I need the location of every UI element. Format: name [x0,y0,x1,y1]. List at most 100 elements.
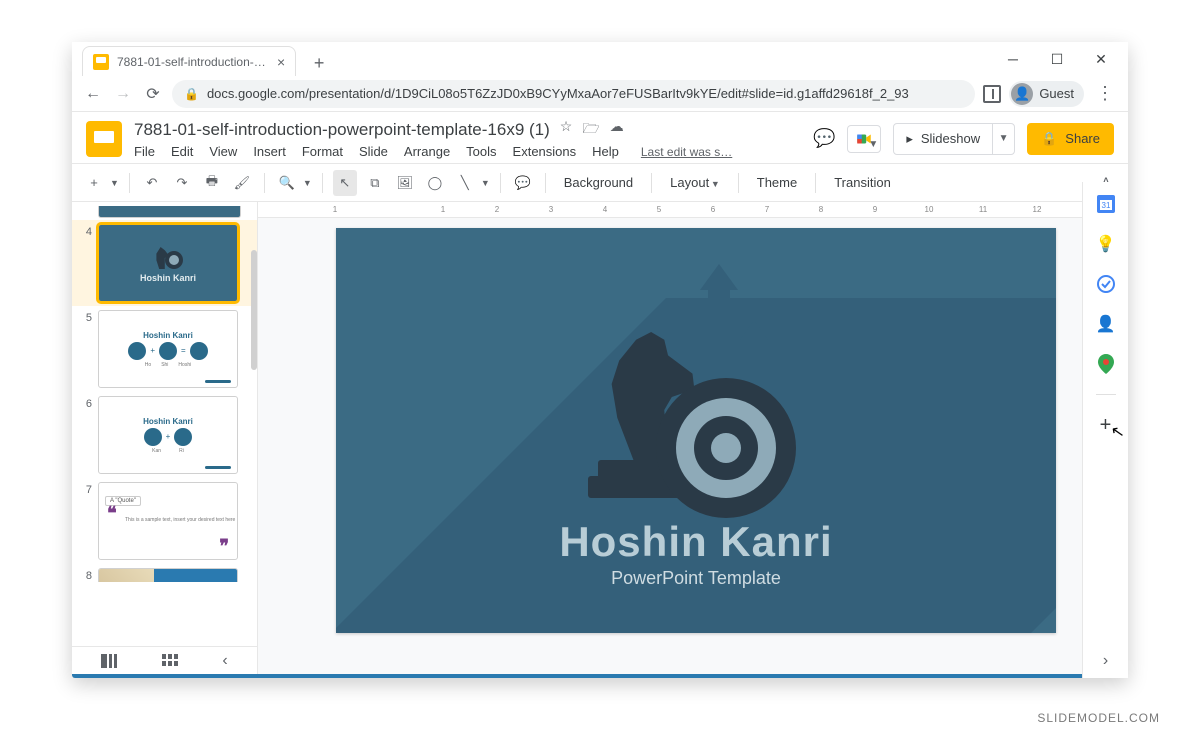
profile-chip[interactable]: 👤 Guest [1009,81,1084,107]
print-icon[interactable]: 🖶 [200,170,224,196]
undo-icon[interactable]: ↶ [140,170,164,196]
slide-thumbnail-6[interactable]: Hoshin Kanri + KanRi [98,396,238,474]
quote-text: This is a sample text, insert your desir… [125,517,235,523]
watermark: SLIDEMODEL.COM [1037,711,1160,725]
window-minimize-icon[interactable]: ─ [992,45,1034,73]
circle-icon [159,342,177,360]
menu-edit[interactable]: Edit [171,144,193,159]
slideshow-dropdown[interactable]: ▼ [992,124,1014,154]
profile-label: Guest [1039,86,1074,101]
quote-open-icon: ❝ [107,503,117,524]
slide-number: 8 [82,568,92,582]
cloud-status-icon[interactable]: ☁ [610,118,624,142]
divider [322,173,323,193]
thumbnail-row[interactable]: 7 A "Quote" ❝ This is a sample text, ins… [72,478,257,564]
lock-icon: 🔒 [1041,131,1057,147]
chevron-left-icon[interactable]: ‹ [222,652,227,670]
transition-button[interactable]: Transition [826,175,899,190]
thumbnails-footer: ‹ [72,646,257,674]
menu-arrange[interactable]: Arrange [404,144,450,159]
slideshow-button[interactable]: ▸ Slideshow ▼ [893,123,1015,155]
slide-canvas[interactable]: Hoshin Kanri PowerPoint Template [336,228,1056,633]
thumbnail-title: Hoshin Kanri [143,417,193,426]
paint-format-icon[interactable]: 🖌 [230,170,254,196]
last-edit-link[interactable]: Last edit was s… [641,145,732,159]
slide-subtitle: PowerPoint Template [336,568,1056,589]
thumbnail-title: Hoshin Kanri [140,273,196,283]
thumbnails-scrollbar[interactable] [251,250,257,370]
divider [738,173,739,193]
tab-close-icon[interactable]: × [277,54,285,70]
slide-thumbnail-5[interactable]: Hoshin Kanri + = HoShiHoshi [98,310,238,388]
divider [815,173,816,193]
menu-file[interactable]: File [134,144,155,159]
browser-window: 7881-01-self-introduction-powe × + ─ ☐ ✕… [72,42,1128,678]
shape-icon[interactable]: ◯ [423,170,447,196]
meet-button[interactable]: ▼ [847,125,881,153]
maps-icon[interactable] [1096,354,1116,374]
reading-list-icon[interactable] [983,85,1001,103]
browser-menu-icon[interactable]: ⋮ [1092,83,1118,104]
chevron-down-icon[interactable]: ▼ [481,178,490,188]
zoom-icon[interactable]: 🔍 [275,170,299,196]
quote-close-icon: ❞ [219,536,229,557]
menu-format[interactable]: Format [302,144,343,159]
menu-slide[interactable]: Slide [359,144,388,159]
theme-button[interactable]: Theme [749,175,805,190]
textbox-icon[interactable]: ⧉ [363,170,387,196]
slide-thumbnail-8[interactable]: Mission [98,568,238,582]
contacts-icon[interactable]: 👤 [1096,314,1116,334]
menu-tools[interactable]: Tools [466,144,496,159]
chevron-down-icon[interactable]: ▼ [303,178,312,188]
collapse-panel-icon[interactable]: › [1103,652,1108,670]
menu-insert[interactable]: Insert [253,144,286,159]
menu-help[interactable]: Help [592,144,619,159]
comment-icon[interactable]: 💬 [511,170,535,196]
thumbnail-graphic [153,243,183,273]
grid-view-icon[interactable] [162,654,180,668]
background-button[interactable]: Background [556,175,641,190]
window-close-icon[interactable]: ✕ [1080,45,1122,73]
move-icon[interactable]: 🗁 [582,118,599,142]
url-text: docs.google.com/presentation/d/1D9CiL08o… [207,86,909,101]
slides-logo-icon[interactable] [86,121,122,157]
calendar-icon[interactable]: 31 [1096,194,1116,214]
share-button[interactable]: 🔒 Share [1027,123,1114,155]
slide-thumbnails: 4 Hoshin Kanri 5 Hoshin Kanri + [72,202,258,674]
slide-thumbnail-4[interactable]: Hoshin Kanri [98,224,238,302]
canvas-area: 112345678910111213 [258,202,1128,674]
thumbnail-row[interactable]: 4 Hoshin Kanri [72,220,257,306]
menu-view[interactable]: View [209,144,237,159]
thumbnail-row[interactable]: 6 Hoshin Kanri + KanRi [72,392,257,478]
thumbnail-row[interactable]: 8 Mission [72,564,257,582]
browser-tab[interactable]: 7881-01-self-introduction-powe × [82,46,296,76]
slide-thumbnail-7[interactable]: A "Quote" ❝ This is a sample text, inser… [98,482,238,560]
nav-reload-icon[interactable]: ⟳ [142,83,164,105]
workspace: 4 Hoshin Kanri 5 Hoshin Kanri + [72,202,1128,674]
slides-favicon [93,54,109,70]
thumbnail-peek[interactable] [98,206,241,218]
menu-extensions[interactable]: Extensions [513,144,577,159]
omnibox[interactable]: 🔒 docs.google.com/presentation/d/1D9CiL0… [172,80,975,108]
select-tool-icon[interactable]: ↖ [333,170,357,196]
share-label: Share [1065,131,1100,146]
chevron-down-icon[interactable]: ▼ [110,178,119,188]
star-icon[interactable]: ☆ [560,118,573,142]
filmstrip-view-icon[interactable] [101,654,119,668]
image-icon[interactable]: 🖼 [393,170,417,196]
nav-forward-icon[interactable]: → [112,83,134,105]
tasks-icon[interactable] [1096,274,1116,294]
nav-back-icon[interactable]: ← [82,83,104,105]
redo-icon[interactable]: ↷ [170,170,194,196]
thumbnail-row[interactable]: 5 Hoshin Kanri + = HoShiHoshi [72,306,257,392]
document-title[interactable]: 7881-01-self-introduction-powerpoint-tem… [134,120,550,140]
keep-icon[interactable]: 💡 [1096,234,1116,254]
layout-button[interactable]: Layout ▼ [662,175,728,190]
window-maximize-icon[interactable]: ☐ [1036,45,1078,73]
circle-icon [190,342,208,360]
comments-icon[interactable]: 💬 [813,128,835,150]
browser-urlbar: ← → ⟳ 🔒 docs.google.com/presentation/d/1… [72,76,1128,112]
line-icon[interactable]: ╲ [453,170,477,196]
new-slide-button[interactable]: + [82,170,106,196]
new-tab-button[interactable]: + [306,50,332,76]
